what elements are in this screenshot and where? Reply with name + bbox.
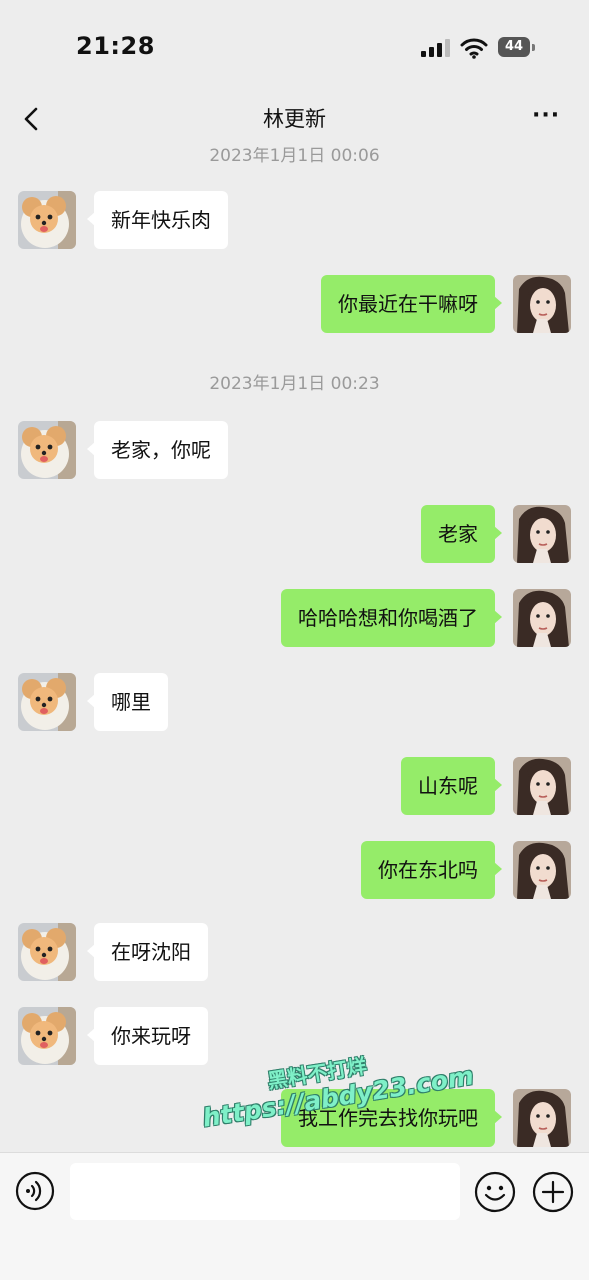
message-incoming: 老家，你呢: [0, 421, 589, 481]
status-time: 21:28: [76, 32, 155, 60]
plus-icon[interactable]: [532, 1171, 574, 1213]
emoji-icon[interactable]: [474, 1171, 516, 1213]
timestamp: 2023年1月1日 00:23: [209, 374, 380, 394]
more-icon[interactable]: ···: [532, 105, 566, 135]
dog-avatar[interactable]: [18, 191, 76, 249]
dog-avatar[interactable]: [18, 421, 76, 479]
girl-avatar[interactable]: [513, 275, 571, 333]
message-outgoing: 你最近在干嘛呀: [0, 275, 589, 335]
girl-avatar[interactable]: [513, 505, 571, 563]
message-incoming: 在呀沈阳: [0, 923, 589, 983]
girl-avatar[interactable]: [513, 757, 571, 815]
message-incoming: 哪里: [0, 673, 589, 733]
message-bubble[interactable]: 老家，你呢: [87, 421, 228, 479]
dog-avatar[interactable]: [18, 673, 76, 731]
girl-avatar[interactable]: [513, 1089, 571, 1147]
dog-avatar[interactable]: [18, 1007, 76, 1065]
message-bubble[interactable]: 你在东北吗: [361, 841, 502, 899]
message-outgoing: 山东呢: [0, 757, 589, 817]
message-bubble[interactable]: 哈哈哈想和你喝酒了: [281, 589, 502, 647]
message-incoming: 新年快乐肉: [0, 191, 589, 251]
message-bubble[interactable]: 新年快乐肉: [87, 191, 228, 249]
message-bubble[interactable]: 山东呢: [401, 757, 502, 815]
wifi-icon: [460, 38, 488, 59]
message-outgoing: 老家: [0, 505, 589, 565]
battery-level: 44: [498, 37, 530, 57]
message-bubble[interactable]: 哪里: [87, 673, 168, 731]
message-input[interactable]: [70, 1163, 460, 1220]
timestamp: 2023年1月1日 00:06: [209, 147, 380, 166]
message-bubble[interactable]: 你最近在干嘛呀: [321, 275, 502, 333]
message-bubble[interactable]: 你来玩呀: [87, 1007, 208, 1065]
girl-avatar[interactable]: [513, 841, 571, 899]
battery-icon: 44: [498, 37, 536, 59]
nav-bar: 林更新 ···: [0, 95, 589, 147]
message-outgoing: 哈哈哈想和你喝酒了: [0, 589, 589, 649]
message-outgoing: 你在东北吗: [0, 841, 589, 901]
status-bar: 21:28 44: [0, 0, 589, 95]
girl-avatar[interactable]: [513, 589, 571, 647]
signal-icon: [421, 39, 451, 57]
input-bar: [0, 1152, 589, 1280]
message-bubble[interactable]: 老家: [421, 505, 502, 563]
voice-icon[interactable]: [15, 1171, 55, 1211]
dog-avatar[interactable]: [18, 923, 76, 981]
chat-title: 林更新: [263, 107, 326, 131]
chat-history[interactable]: 2023年1月1日 00:06 新年快乐肉你最近在干嘛呀 2023年1月1日 00:…: [0, 147, 589, 1152]
message-bubble[interactable]: 在呀沈阳: [87, 923, 208, 981]
